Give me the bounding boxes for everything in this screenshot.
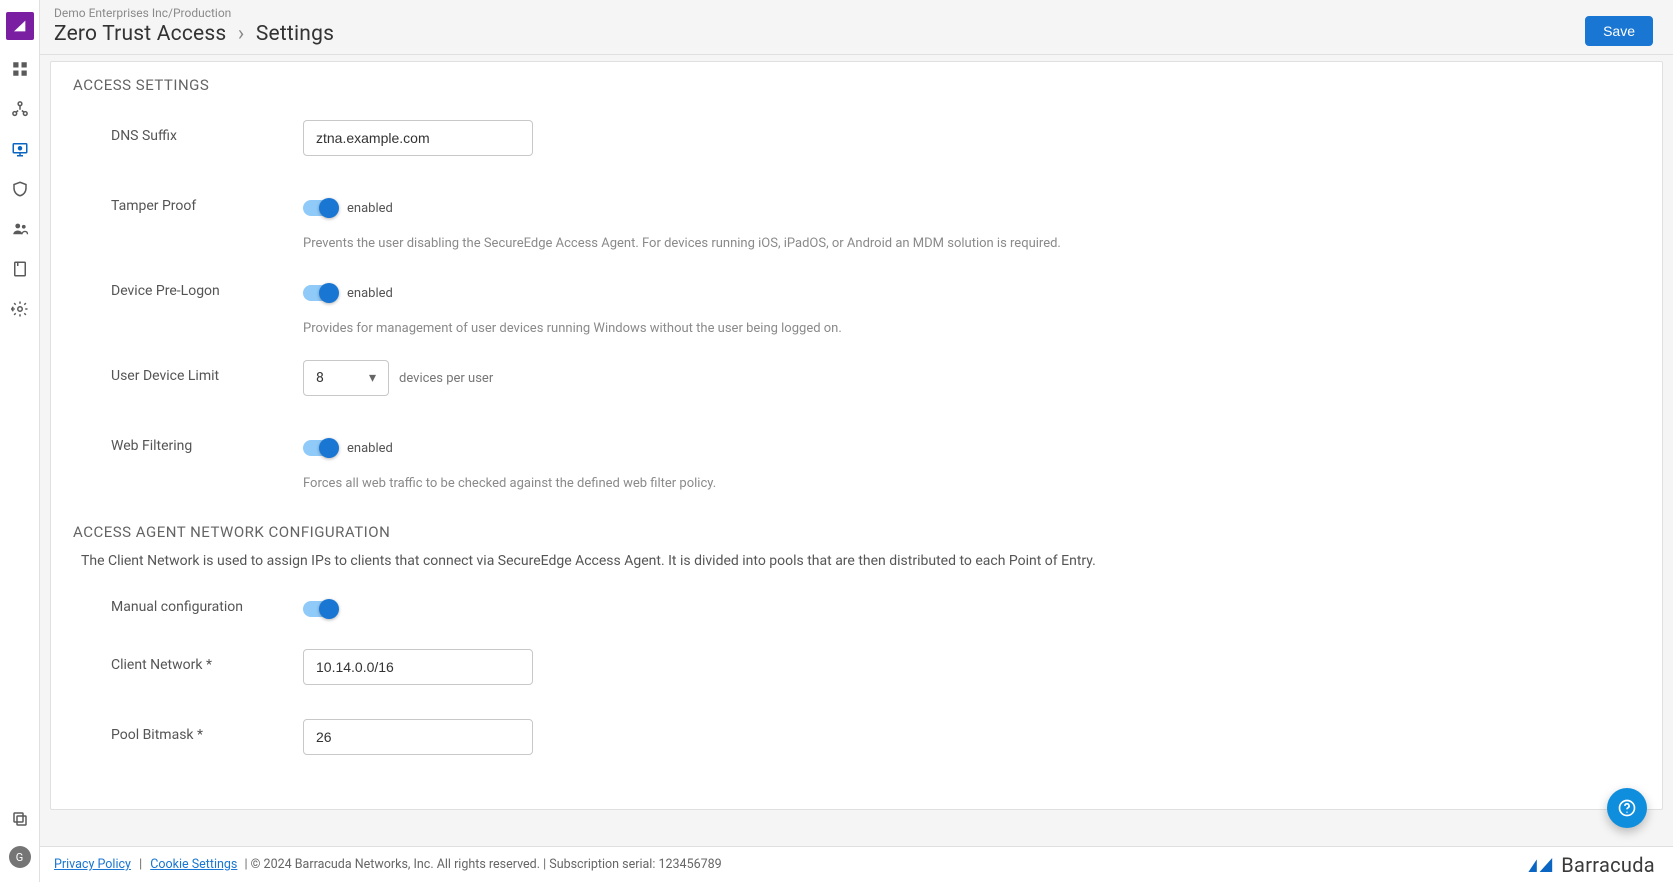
row-pool-bitmask: Pool Bitmask * xyxy=(73,719,1640,755)
manual-config-toggle[interactable] xyxy=(303,601,337,617)
device-limit-value: 8 xyxy=(316,370,324,386)
breadcrumb: Zero Trust Access › Settings xyxy=(54,22,334,46)
brand-logo[interactable] xyxy=(6,12,34,40)
reports-icon[interactable] xyxy=(11,260,29,278)
footer-copyright: | © 2024 Barracuda Networks, Inc. All ri… xyxy=(244,857,721,872)
security-icon[interactable] xyxy=(11,180,29,198)
dns-suffix-label: DNS Suffix xyxy=(73,120,303,144)
web-filtering-toggle[interactable] xyxy=(303,440,337,456)
row-web-filtering: Web Filtering enabled Forces all web tra… xyxy=(73,430,1640,501)
main: Demo Enterprises Inc/Production Zero Tru… xyxy=(40,0,1673,882)
footer-left: Privacy Policy | Cookie Settings | © 202… xyxy=(54,857,722,872)
section-access-settings-title: ACCESS SETTINGS xyxy=(73,76,1640,94)
pre-logon-label: Device Pre-Logon xyxy=(73,275,303,299)
page-header: Demo Enterprises Inc/Production Zero Tru… xyxy=(40,0,1673,55)
users-icon[interactable] xyxy=(11,220,29,238)
tamper-proof-help: Prevents the user disabling the SecureEd… xyxy=(303,236,1640,251)
row-device-limit: User Device Limit 8 ▾ devices per user xyxy=(73,360,1640,396)
chevron-down-icon: ▾ xyxy=(369,370,376,386)
content: ACCESS SETTINGS DNS Suffix Tamper Proof … xyxy=(40,55,1673,846)
row-dns-suffix: DNS Suffix xyxy=(73,120,1640,156)
avatar-initial: G xyxy=(16,851,24,864)
footer-brand: Barracuda xyxy=(1527,853,1655,877)
sidebar-bottom: G xyxy=(9,810,31,882)
cookie-link[interactable]: Cookie Settings xyxy=(150,857,237,872)
sites-icon[interactable] xyxy=(11,100,29,118)
row-client-network: Client Network * xyxy=(73,649,1640,685)
settings-card: ACCESS SETTINGS DNS Suffix Tamper Proof … xyxy=(50,61,1663,810)
org-path: Demo Enterprises Inc/Production xyxy=(54,6,334,20)
copy-icon[interactable] xyxy=(11,810,29,828)
pre-logon-toggle[interactable] xyxy=(303,285,337,301)
client-network-label: Client Network * xyxy=(73,649,303,673)
row-manual-config: Manual configuration xyxy=(73,591,1640,627)
sidebar-nav xyxy=(11,60,29,318)
access-icon[interactable] xyxy=(11,140,29,158)
save-button[interactable]: Save xyxy=(1585,16,1653,46)
breadcrumb-root[interactable]: Zero Trust Access xyxy=(54,22,226,46)
barracuda-wings-icon xyxy=(1527,856,1555,874)
tamper-proof-label: Tamper Proof xyxy=(73,190,303,214)
pool-bitmask-label: Pool Bitmask * xyxy=(73,719,303,743)
breadcrumb-current: Settings xyxy=(256,22,334,46)
integrations-icon[interactable] xyxy=(11,300,29,318)
device-limit-label: User Device Limit xyxy=(73,360,303,384)
client-network-input[interactable] xyxy=(303,649,533,685)
tamper-proof-state: enabled xyxy=(347,201,393,216)
web-filtering-label: Web Filtering xyxy=(73,430,303,454)
sidebar: G xyxy=(0,0,40,882)
section-network-config-desc: The Client Network is used to assign IPs… xyxy=(81,553,1640,569)
tamper-proof-toggle[interactable] xyxy=(303,200,337,216)
pre-logon-state: enabled xyxy=(347,286,393,301)
dns-suffix-input[interactable] xyxy=(303,120,533,156)
brand-wing-icon xyxy=(12,18,28,34)
device-limit-select[interactable]: 8 ▾ xyxy=(303,360,389,396)
help-icon xyxy=(1617,798,1637,818)
user-avatar[interactable]: G xyxy=(9,846,31,868)
dashboard-icon[interactable] xyxy=(11,60,29,78)
footer-brand-text: Barracuda xyxy=(1561,853,1655,877)
section-network-config-title: ACCESS AGENT NETWORK CONFIGURATION xyxy=(73,523,1640,541)
manual-config-label: Manual configuration xyxy=(73,591,303,615)
web-filtering-help: Forces all web traffic to be checked aga… xyxy=(303,476,1640,491)
privacy-link[interactable]: Privacy Policy xyxy=(54,857,131,872)
help-fab[interactable] xyxy=(1607,788,1647,828)
device-limit-suffix: devices per user xyxy=(399,371,493,386)
breadcrumb-sep: › xyxy=(238,22,245,46)
web-filtering-state: enabled xyxy=(347,441,393,456)
footer-divider: | xyxy=(139,857,142,872)
pool-bitmask-input[interactable] xyxy=(303,719,533,755)
pre-logon-help: Provides for management of user devices … xyxy=(303,321,1640,336)
row-tamper-proof: Tamper Proof enabled Prevents the user d… xyxy=(73,190,1640,261)
footer: Privacy Policy | Cookie Settings | © 202… xyxy=(40,846,1673,882)
row-pre-logon: Device Pre-Logon enabled Provides for ma… xyxy=(73,275,1640,346)
